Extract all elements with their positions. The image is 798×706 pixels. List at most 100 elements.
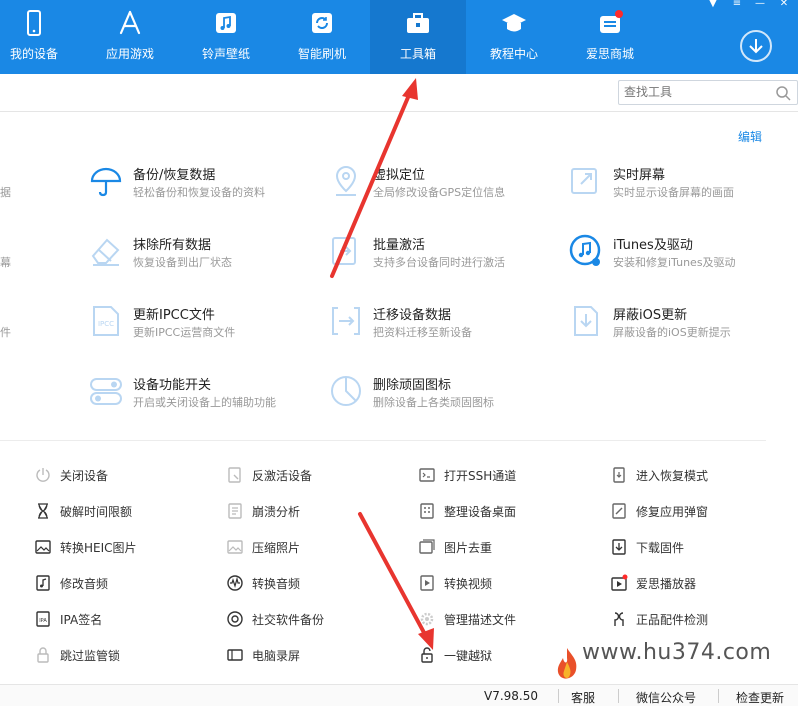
tool-ssh[interactable]: 打开SSH通道 xyxy=(418,464,588,486)
nav-shop[interactable]: 爱思商城 xyxy=(562,0,658,74)
version-label: V7.98.50 xyxy=(484,689,539,703)
tool-title: 删除顽固图标 xyxy=(373,378,452,393)
close-icon[interactable]: ✕ xyxy=(774,0,794,10)
menu-icon[interactable]: ≡ xyxy=(727,0,747,10)
tool-label: 图片去重 xyxy=(444,541,493,555)
nav-apps-games[interactable]: 应用游戏 xyxy=(82,0,178,74)
tool-realtime-screen[interactable]: 实时屏幕 实时显示设备屏幕的画面 xyxy=(569,164,789,214)
tool-compress-photo[interactable]: 压缩照片 xyxy=(226,536,396,558)
graduation-cap-icon xyxy=(502,14,526,32)
player-icon xyxy=(611,574,628,591)
search-input[interactable] xyxy=(619,81,769,103)
check-update-link[interactable]: 检查更新 xyxy=(736,689,784,706)
tool-label: 一键越狱 xyxy=(444,649,493,663)
nav-flash[interactable]: 智能刷机 xyxy=(274,0,370,74)
audio-edit-icon xyxy=(36,575,50,591)
tool-desc: 把资料迁移至新设备 xyxy=(373,326,472,339)
tool-label: 进入恢复模式 xyxy=(636,469,709,483)
tool-deactivate[interactable]: 反激活设备 xyxy=(226,464,396,486)
grid-icon xyxy=(420,503,434,519)
tool-batch-activate[interactable]: 批量激活 支持多台设备同时进行激活 xyxy=(329,234,549,284)
tool-dedupe-images[interactable]: 图片去重 xyxy=(418,536,588,558)
status-bar: V7.98.50 客服 微信公众号 检查更新 xyxy=(0,684,798,706)
tool-virtual-location[interactable]: 虚拟定位 全局修改设备GPS定位信息 xyxy=(329,164,549,214)
search-box[interactable] xyxy=(618,80,798,105)
tool-label: 电脑录屏 xyxy=(252,649,301,663)
tool-label: 转换音频 xyxy=(252,577,301,591)
search-icon[interactable] xyxy=(775,85,791,101)
tool-desc: 开启或关闭设备上的辅助功能 xyxy=(133,396,276,409)
heic-image-icon xyxy=(35,540,51,554)
tool-label: 破解时间限额 xyxy=(60,505,133,519)
tool-title: 批量激活 xyxy=(373,238,426,253)
deactivate-icon xyxy=(228,467,241,483)
phone-icon xyxy=(27,10,41,36)
tool-player[interactable]: 爱思播放器 xyxy=(610,572,780,594)
svg-text:IPA: IPA xyxy=(39,618,47,624)
partial-text: 幕 xyxy=(0,256,11,269)
divider xyxy=(618,689,619,703)
tool-desc: 轻松备份和恢复设备的资料 xyxy=(133,186,265,199)
nav-my-device[interactable]: 我的设备 xyxy=(0,0,82,74)
tool-label: 关闭设备 xyxy=(60,469,109,483)
tool-ipa-sign[interactable]: IPA IPA签名 xyxy=(34,608,204,630)
tool-edit-audio[interactable]: 修改音频 xyxy=(34,572,204,594)
itunes-icon xyxy=(569,234,601,266)
tool-fix-app-popup[interactable]: 修复应用弹窗 xyxy=(610,500,780,522)
tool-manage-profiles[interactable]: 管理描述文件 xyxy=(418,608,588,630)
minimize-icon[interactable]: — xyxy=(750,0,770,10)
tool-heic-convert[interactable]: 转换HEIC图片 xyxy=(34,536,204,558)
tool-convert-audio[interactable]: 转换音频 xyxy=(226,572,396,594)
tool-title: 实时屏幕 xyxy=(613,168,666,183)
tool-backup-restore[interactable]: 备份/恢复数据 轻松备份和恢复设备的资料 xyxy=(89,164,309,214)
tool-block-ios-update[interactable]: 屏蔽iOS更新 屏蔽设备的iOS更新提示 xyxy=(569,304,789,354)
tool-feature-switch[interactable]: 设备功能开关 开启或关闭设备上的辅助功能 xyxy=(89,374,309,424)
tool-convert-video[interactable]: 转换视频 xyxy=(418,572,588,594)
screen-mirror-icon xyxy=(571,168,597,194)
edit-link[interactable]: 编辑 xyxy=(738,128,762,145)
tool-erase-all[interactable]: 抹除所有数据 恢复设备到出厂状态 xyxy=(89,234,309,284)
tool-screen-record[interactable]: 电脑录屏 xyxy=(226,644,396,666)
wechat-link[interactable]: 微信公众号 xyxy=(636,689,696,706)
earphone-icon xyxy=(614,612,624,626)
tool-recovery-mode[interactable]: 进入恢复模式 xyxy=(610,464,780,486)
block-update-icon xyxy=(574,306,598,336)
social-backup-icon xyxy=(227,611,243,627)
tool-bypass-mdm[interactable]: 跳过监管锁 xyxy=(34,644,204,666)
tool-title: 虚拟定位 xyxy=(373,168,426,183)
skin-icon[interactable]: ▼ xyxy=(703,0,723,10)
tool-delete-stubborn-icons[interactable]: 删除顽固图标 删除设备上各类顽固图标 xyxy=(329,374,549,424)
waveform-icon xyxy=(227,575,243,591)
tool-title: 屏蔽iOS更新 xyxy=(613,308,688,323)
tool-crash-analysis[interactable]: 崩溃分析 xyxy=(226,500,396,522)
customer-service-link[interactable]: 客服 xyxy=(571,689,595,706)
tool-label: 跳过监管锁 xyxy=(60,649,121,663)
download-manager-button[interactable] xyxy=(740,30,772,62)
tool-title: 抹除所有数据 xyxy=(133,238,212,253)
svg-text:IPCC: IPCC xyxy=(98,320,114,328)
tool-label: 崩溃分析 xyxy=(252,505,301,519)
tool-screen-time[interactable]: 破解时间限额 xyxy=(34,500,204,522)
tool-label: 修改音频 xyxy=(60,577,109,591)
tool-itunes-driver[interactable]: iTunes及驱动 安装和修复iTunes及驱动 xyxy=(569,234,789,284)
tool-organize-desktop[interactable]: 整理设备桌面 xyxy=(418,500,588,522)
nav-toolbox[interactable]: 工具箱 xyxy=(370,0,466,74)
repair-popup-icon xyxy=(612,503,626,519)
nav-label: 我的设备 xyxy=(9,47,58,61)
nav-tutorials[interactable]: 教程中心 xyxy=(466,0,562,74)
tool-title: 备份/恢复数据 xyxy=(133,168,216,183)
tool-migrate-data[interactable]: 迁移设备数据 把资料迁移至新设备 xyxy=(329,304,549,354)
tool-update-ipcc[interactable]: IPCC 更新IPCC文件 更新IPCC运营商文件 xyxy=(89,304,309,354)
lock-icon xyxy=(37,647,49,663)
tool-shutdown[interactable]: 关闭设备 xyxy=(34,464,204,486)
tool-desc: 屏蔽设备的iOS更新提示 xyxy=(613,326,731,339)
tool-social-backup[interactable]: 社交软件备份 xyxy=(226,608,396,630)
tool-download-firmware[interactable]: 下载固件 xyxy=(610,536,780,558)
tool-accessory-check[interactable]: 正品配件检测 xyxy=(610,608,780,630)
nav-ringtones[interactable]: 铃声壁纸 xyxy=(178,0,274,74)
download-firmware-icon xyxy=(612,539,626,555)
video-icon xyxy=(420,575,434,591)
tool-desc: 支持多台设备同时进行激活 xyxy=(373,256,505,269)
flame-logo-icon xyxy=(557,648,577,679)
watermark-text: www.hu374.com xyxy=(582,640,772,665)
